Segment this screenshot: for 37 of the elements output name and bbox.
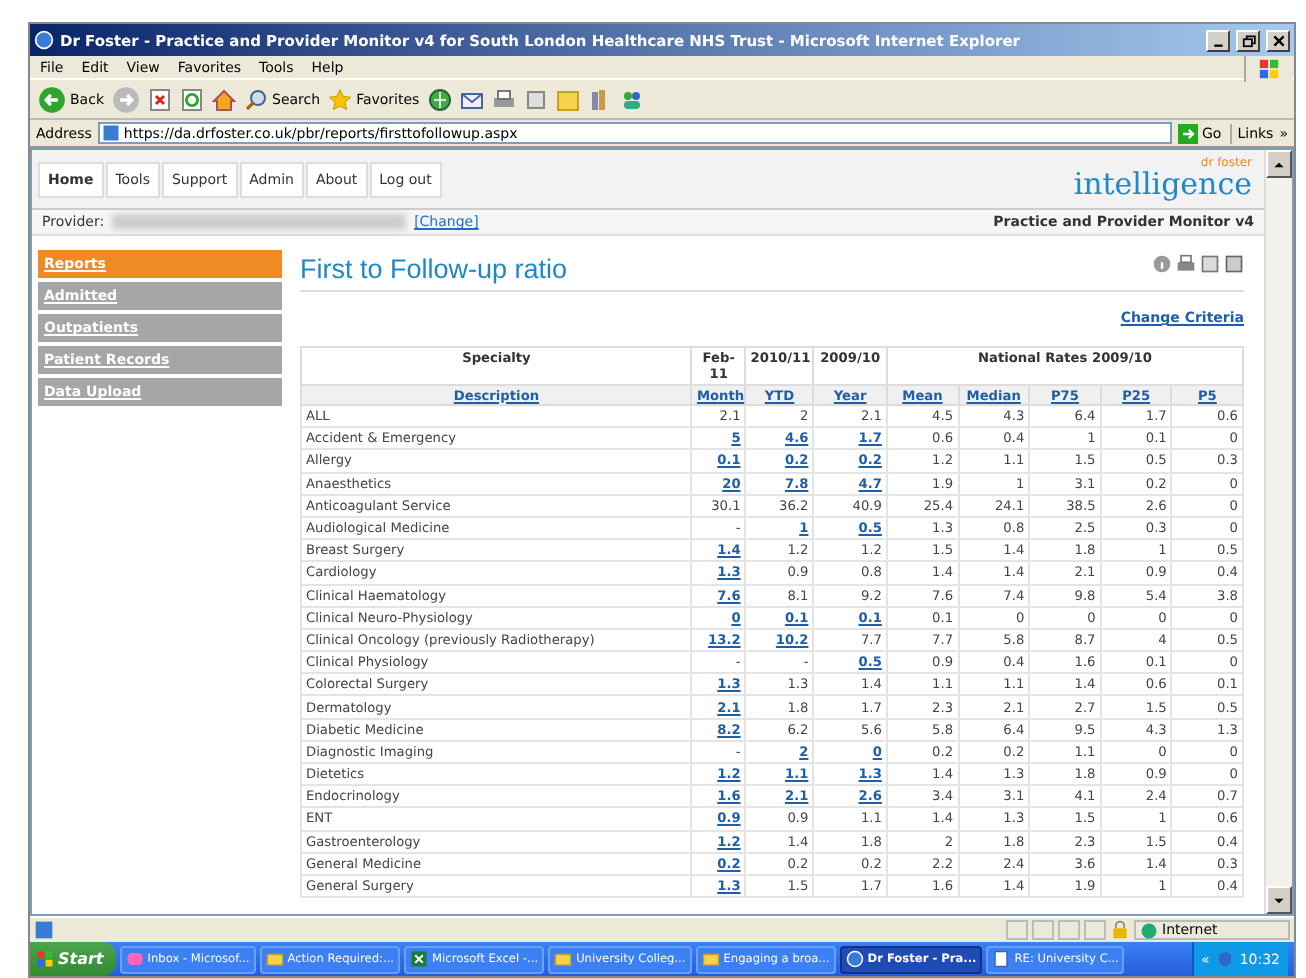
browser-icon [845, 950, 864, 968]
refresh-icon[interactable] [180, 87, 204, 111]
document-icon[interactable] [523, 87, 548, 111]
logo-text: intelligence [1073, 170, 1252, 200]
arrow-icon [1178, 123, 1198, 143]
spreadsheet-icon [410, 950, 429, 968]
minimize-button[interactable] [1206, 29, 1230, 51]
shield-icon [1215, 950, 1234, 968]
printer-icon[interactable] [1176, 254, 1196, 274]
info-icon[interactable] [1152, 254, 1172, 274]
star-icon[interactable] [328, 87, 353, 111]
lock-icon [1110, 920, 1130, 940]
stop-icon[interactable] [148, 87, 172, 111]
printer-icon[interactable] [491, 87, 516, 111]
status-panel [1032, 920, 1054, 940]
restore-icon [1241, 33, 1255, 47]
globe-icon [1140, 921, 1158, 939]
page-icon [34, 920, 54, 940]
browser-icon [34, 30, 54, 50]
scrollbar[interactable] [1264, 150, 1292, 914]
down-arrow-icon[interactable] [1272, 893, 1286, 907]
search-icon[interactable] [244, 87, 268, 111]
page-title: First to Follow-up ratio [300, 254, 568, 284]
up-arrow-icon[interactable] [1272, 157, 1286, 171]
close-button[interactable] [1266, 29, 1290, 51]
start-button[interactable]: Start [30, 942, 116, 976]
globe-icon[interactable] [427, 87, 452, 111]
home-icon[interactable] [212, 87, 236, 111]
status-panel [1084, 920, 1106, 940]
document-icon [992, 950, 1011, 968]
status-panel [1006, 920, 1028, 940]
restore-button[interactable] [1236, 29, 1260, 51]
people-icon[interactable] [619, 87, 644, 111]
windows-logo-icon [36, 950, 54, 968]
status-panel [1058, 920, 1080, 940]
page-icon [101, 124, 120, 142]
close-icon [1271, 33, 1285, 47]
